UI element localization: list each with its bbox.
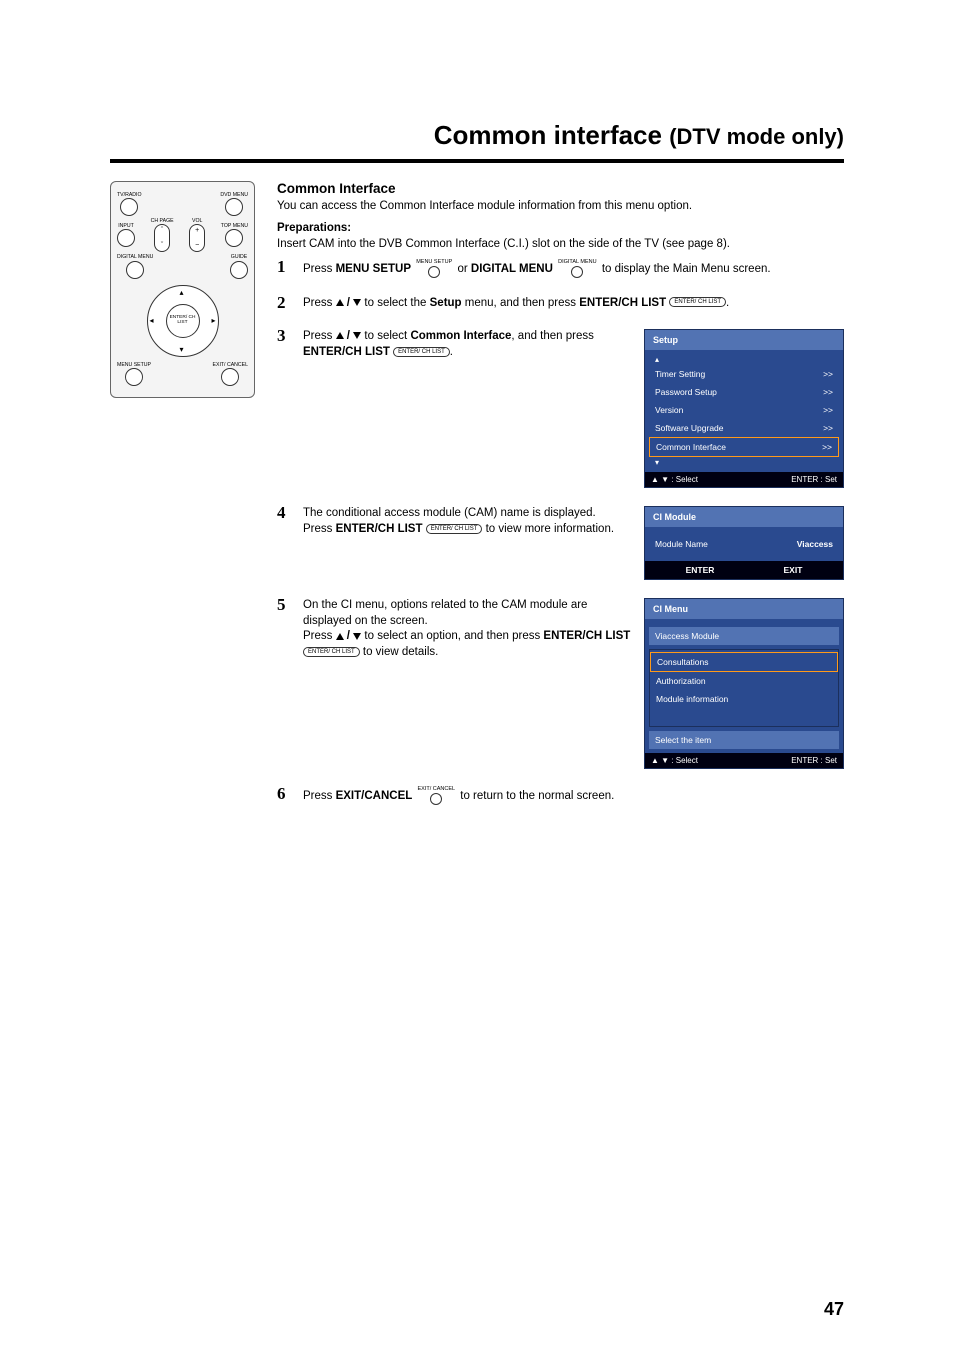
up-icon — [336, 633, 344, 640]
osd-cimenu-title: CI Menu — [645, 599, 843, 619]
section-title: Common Interface — [277, 181, 844, 196]
page-number: 47 — [824, 1299, 844, 1320]
osd-ci-module: CI Module Module Name Viaccess ENTER — [644, 506, 844, 580]
enter-chip-icon: ENTER/ CH LIST — [669, 297, 726, 307]
osd-cimod-enter: ENTER — [686, 565, 715, 575]
page-title: Common interface (DTV mode only) — [110, 120, 844, 151]
remote-label-guide: GUIDE — [231, 255, 247, 260]
up-icon — [336, 299, 344, 306]
steps-list: Press MENU SETUP MENU SETUP or DIGITAL M… — [277, 260, 844, 805]
module-name-label: Module Name — [655, 539, 708, 549]
scroll-down-icon: ▾ — [649, 457, 839, 468]
title-main: Common interface — [434, 120, 662, 150]
osd-cimenu-hint: Select the item — [649, 731, 839, 749]
osd-setup-item: Software Upgrade>> — [649, 419, 839, 437]
step-6-text: Press EXIT/CANCEL EXIT/ CANCEL to return… — [303, 787, 844, 805]
prep-label: Preparations: — [277, 222, 844, 234]
digital-menu-button-icon: DIGITAL MENU — [558, 260, 597, 278]
osd-setup-menu: Setup ▴ Timer Setting>>Password Setup>>V… — [644, 329, 844, 488]
step-5-text: On the CI menu, options related to the C… — [303, 598, 632, 660]
prep-text: Insert CAM into the DVB Common Interface… — [277, 238, 844, 250]
osd-setup-item: Common Interface>> — [649, 437, 839, 457]
step-3: Press / to select Common Interface, and … — [277, 329, 844, 488]
intro-text: You can access the Common Interface modu… — [277, 200, 844, 212]
exit-cancel-button-icon: EXIT/ CANCEL — [417, 787, 455, 805]
menu-setup-button-icon: MENU SETUP — [416, 260, 452, 278]
osd-foot-select: ▲ ▼ : Select — [651, 756, 698, 765]
osd-foot-select: ▲ ▼ : Select — [651, 475, 698, 484]
title-rule — [110, 159, 844, 163]
osd-setup-title: Setup — [645, 330, 843, 350]
osd-cimod-title: CI Module — [645, 507, 843, 527]
osd-foot-enter: ENTER : Set — [791, 756, 837, 765]
osd-setup-item: Password Setup>> — [649, 383, 839, 401]
step-2: Press / to select the Setup menu, and th… — [277, 296, 844, 312]
osd-setup-item: Timer Setting>> — [649, 365, 839, 383]
step-6: Press EXIT/CANCEL EXIT/ CANCEL to return… — [277, 787, 844, 805]
remote-label-enter: ENTER/ CH LIST — [166, 304, 200, 338]
down-icon — [353, 332, 361, 339]
module-name-value: Viaccess — [797, 539, 833, 549]
step-1: Press MENU SETUP MENU SETUP or DIGITAL M… — [277, 260, 844, 278]
step-4: The conditional access module (CAM) name… — [277, 506, 844, 580]
step-2-text: Press / to select the Setup menu, and th… — [303, 296, 844, 312]
title-sub: (DTV mode only) — [669, 124, 844, 149]
remote-illustration: TV/RADIO DVD MENU INPUT CH PAGEˆˇ VOL+− … — [110, 181, 255, 398]
enter-chip-icon: ENTER/ CH LIST — [393, 347, 450, 357]
enter-chip-icon: ENTER/ CH LIST — [303, 647, 360, 657]
osd-ci-menu: CI Menu Viaccess Module ConsultationsAut… — [644, 598, 844, 769]
down-icon — [353, 299, 361, 306]
down-icon — [353, 633, 361, 640]
remote-label-digital: DIGITAL MENU — [117, 255, 153, 260]
osd-cimenu-item: Module information — [650, 690, 838, 708]
osd-cimenu-item: Authorization — [650, 672, 838, 690]
osd-foot-enter: ENTER : Set — [791, 475, 837, 484]
step-5: On the CI menu, options related to the C… — [277, 598, 844, 769]
osd-setup-item: Version>> — [649, 401, 839, 419]
remote-nav-ring: ▴▾ ◂▸ ENTER/ CH LIST — [147, 285, 219, 357]
step-3-text: Press / to select Common Interface, and … — [303, 329, 632, 360]
osd-cimod-exit: EXIT — [784, 565, 803, 575]
enter-chip-icon: ENTER/ CH LIST — [426, 524, 483, 534]
scroll-up-icon: ▴ — [649, 354, 839, 365]
step-4-text: The conditional access module (CAM) name… — [303, 506, 632, 537]
osd-cimenu-module: Viaccess Module — [649, 627, 839, 645]
up-icon — [336, 332, 344, 339]
osd-cimenu-item: Consultations — [650, 652, 838, 672]
step-1-text: Press MENU SETUP MENU SETUP or DIGITAL M… — [303, 260, 844, 278]
